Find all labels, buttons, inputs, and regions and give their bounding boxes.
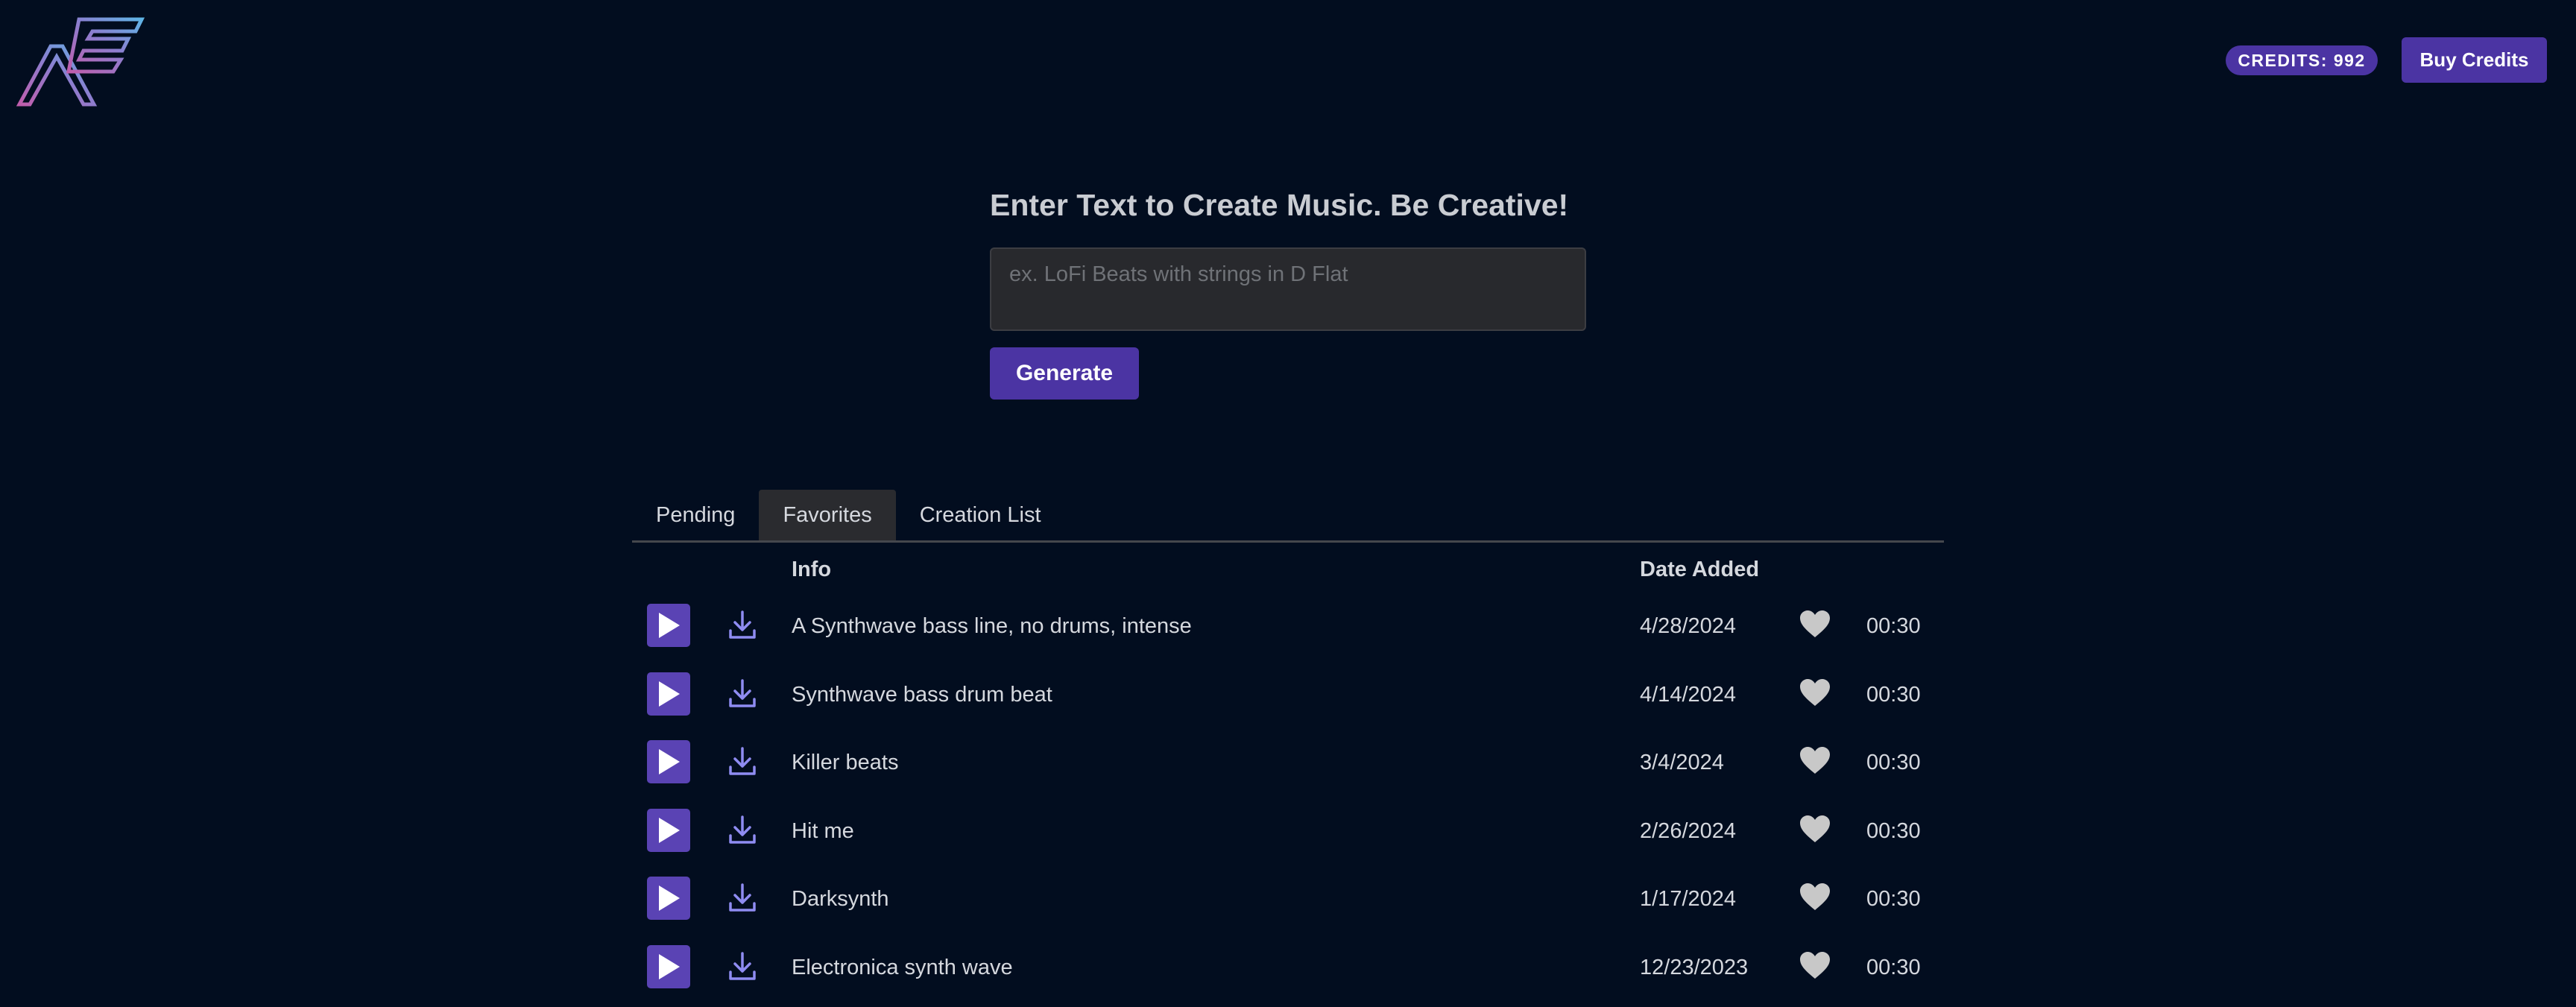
track-duration: 00:30 xyxy=(1866,819,1921,844)
track-duration: 00:30 xyxy=(1866,887,1921,912)
favorite-button[interactable] xyxy=(1796,947,1834,984)
play-button[interactable] xyxy=(647,672,690,716)
download-icon xyxy=(727,678,757,710)
heart-icon xyxy=(1799,745,1831,775)
music-prompt-input[interactable] xyxy=(990,247,1586,331)
play-icon xyxy=(656,611,681,640)
download-button[interactable] xyxy=(720,877,765,920)
download-button[interactable] xyxy=(720,672,765,716)
track-duration: 00:30 xyxy=(1866,683,1921,707)
play-icon xyxy=(656,953,681,981)
track-info: Hit me xyxy=(792,819,854,844)
track-date: 12/23/2023 xyxy=(1640,956,1748,980)
tab-favorites[interactable]: Favorites xyxy=(759,490,895,540)
buy-credits-button[interactable]: Buy Credits xyxy=(2402,37,2547,83)
table-row: A Synthwave bass line, no drums, intense… xyxy=(632,598,1944,666)
favorite-button[interactable] xyxy=(1796,810,1834,847)
download-icon xyxy=(727,610,757,641)
track-info: Synthwave bass drum beat xyxy=(792,683,1052,707)
track-duration: 00:30 xyxy=(1866,956,1921,980)
credits-badge: CREDITS: 992 xyxy=(2226,45,2378,75)
play-button[interactable] xyxy=(647,945,690,988)
play-button[interactable] xyxy=(647,740,690,783)
favorite-button[interactable] xyxy=(1796,742,1834,779)
track-date: 1/17/2024 xyxy=(1640,887,1736,912)
track-date: 3/4/2024 xyxy=(1640,751,1724,775)
table-row: Synthwave bass drum beat 4/14/2024 00:30 xyxy=(632,666,1944,735)
play-button[interactable] xyxy=(647,877,690,920)
heart-icon xyxy=(1799,814,1831,844)
track-duration: 00:30 xyxy=(1866,614,1921,639)
tab-pending[interactable]: Pending xyxy=(632,490,759,540)
tab-bar: Pending Favorites Creation List xyxy=(632,490,1944,543)
download-button[interactable] xyxy=(720,809,765,852)
tab-creation-list[interactable]: Creation List xyxy=(896,490,1065,540)
favorites-table: Info Date Added A Synthwave bass line, n… xyxy=(632,543,1944,1007)
column-header-date-added: Date Added xyxy=(1640,558,1759,582)
download-button[interactable] xyxy=(720,740,765,783)
download-icon xyxy=(727,746,757,777)
favorite-button[interactable] xyxy=(1796,605,1834,643)
heart-icon xyxy=(1799,950,1831,980)
download-button[interactable] xyxy=(720,604,765,647)
play-icon xyxy=(656,884,681,912)
table-row: Killer beats 3/4/2024 00:30 xyxy=(632,734,1944,803)
track-date: 4/14/2024 xyxy=(1640,683,1736,707)
track-info: Electronica synth wave xyxy=(792,956,1013,980)
track-info: Darksynth xyxy=(792,887,889,912)
track-date: 4/28/2024 xyxy=(1640,614,1736,639)
track-info: A Synthwave bass line, no drums, intense xyxy=(792,614,1192,639)
track-duration: 00:30 xyxy=(1866,751,1921,775)
download-icon xyxy=(727,815,757,846)
download-button[interactable] xyxy=(720,945,765,988)
table-row: Darksynth 1/17/2024 00:30 xyxy=(632,871,1944,939)
play-icon xyxy=(656,748,681,776)
favorite-button[interactable] xyxy=(1796,674,1834,711)
track-info: Killer beats xyxy=(792,751,898,775)
favorite-button[interactable] xyxy=(1796,878,1834,915)
table-header: Info Date Added xyxy=(632,543,1944,598)
download-icon xyxy=(727,951,757,982)
table-row: Hit me 2/26/2024 00:30 xyxy=(632,803,1944,871)
download-icon xyxy=(727,883,757,914)
app-logo[interactable] xyxy=(16,15,145,107)
create-heading: Enter Text to Create Music. Be Creative! xyxy=(990,188,1568,223)
play-icon xyxy=(656,816,681,845)
play-icon xyxy=(656,680,681,708)
heart-icon xyxy=(1799,678,1831,707)
generate-button[interactable]: Generate xyxy=(990,347,1139,400)
track-date: 2/26/2024 xyxy=(1640,819,1736,844)
column-header-info: Info xyxy=(792,558,831,582)
table-row: Electronica synth wave 12/23/2023 00:30 xyxy=(632,939,1944,1007)
play-button[interactable] xyxy=(647,809,690,852)
play-button[interactable] xyxy=(647,604,690,647)
heart-icon xyxy=(1799,882,1831,912)
heart-icon xyxy=(1799,609,1831,639)
